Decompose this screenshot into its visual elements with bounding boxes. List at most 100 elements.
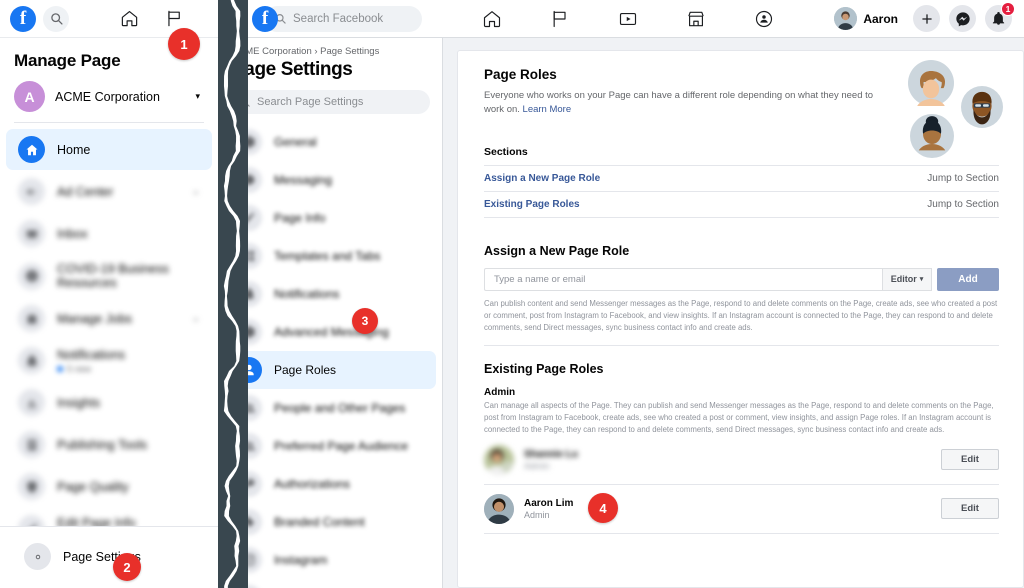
settings-nav-item-label: Authorizations [274,477,350,491]
jump-to-section-link[interactable]: Jump to Section [927,173,999,184]
flag-icon[interactable] [165,9,184,28]
sidebar-item-page-settings[interactable]: Page Settings [12,536,206,577]
search-input[interactable]: Search Facebook [264,6,422,32]
chevron-down-icon[interactable]: ⌄ [192,186,200,197]
assign-role-row: Type a name or email Editor ▾ Add [484,268,999,291]
new-dot-icon [57,366,63,372]
sidebar-item-manage-jobs[interactable]: Manage Jobs ⌄ [6,298,212,339]
section-link[interactable]: Assign a New Page Role [484,173,600,184]
divider [14,122,204,123]
settings-nav-item-branded-content[interactable]: Branded Content [224,503,436,541]
breadcrumb: ACME Corporation › Page Settings [218,38,442,57]
sidebar-item-ad-center[interactable]: Ad Center ⌄ [6,171,212,212]
sidebar-item-label: Notifications [57,348,200,362]
settings-nav-item-notifications[interactable]: Notifications [224,275,436,313]
edit-button[interactable]: Edit [941,449,999,470]
create-button[interactable] [913,5,940,32]
sidebar-item-insights[interactable]: Insights [6,382,212,423]
sidebar-item-list: Home Ad Center ⌄ Inbox COVID-19 Business Res… [0,129,218,526]
sidebar-item-notifications[interactable]: Notifications 5 new [6,340,212,381]
section-link[interactable]: Existing Page Roles [484,199,580,210]
facebook-logo-icon[interactable]: f [252,6,278,32]
settings-nav-item-preferred-page-audience[interactable]: Preferred Page Audience [224,427,436,465]
sidebar-item-page-quality[interactable]: Page Quality [6,466,212,507]
settings-nav-item-templates-and-tabs[interactable]: Templates and Tabs [224,237,436,275]
settings-nav-item-general[interactable]: General [224,123,436,161]
plus-icon [920,12,934,26]
briefcase-icon [18,305,45,332]
profile-chip[interactable]: Aaron [828,4,904,33]
add-button[interactable]: Add [937,268,999,291]
section-row[interactable]: Assign a New Page Role Jump to Section [484,166,999,192]
pencil-icon [18,515,45,526]
settings-nav-item-label: Branded Content [274,515,365,529]
settings-nav-item-whatsapp[interactable]: WhatsApp [224,579,436,588]
page-selector[interactable]: A ACME Corporation ▾ [0,79,218,122]
gear-icon [24,543,51,570]
settings-nav-item-page-roles[interactable]: Page Roles [224,351,436,389]
settings-nav-item-messaging[interactable]: Messaging [224,161,436,199]
chevron-down-icon[interactable]: ▾ [195,91,200,102]
assign-input-placeholder: Type a name or email [494,274,585,285]
role-select[interactable]: Editor ▾ [882,268,932,291]
person-name: Shannie Lu [524,449,578,460]
avatar [484,445,514,475]
settings-nav-item-page-info[interactable]: Page Info [224,199,436,237]
chevron-down-icon: ▾ [920,275,924,283]
learn-more-link[interactable]: Learn More [523,104,572,115]
facebook-logo-icon[interactable]: f [10,6,36,32]
facebook-topbar: f Search Facebook Aaron 1 [218,0,1024,38]
settings-nav-item-label: Page Info [274,211,325,225]
chevron-down-icon[interactable]: ⌄ [192,313,200,324]
topbar-nav [458,0,798,38]
inbox-icon [18,220,45,247]
sidebar-item-inbox[interactable]: Inbox [6,213,212,254]
sidebar-item-text: Insights [57,396,200,410]
notifications-button[interactable]: 1 [985,5,1012,32]
settings-search-placeholder: Search Page Settings [257,96,363,108]
notification-badge: 1 [1001,2,1015,16]
sidebar-item-text: Publishing Tools [57,438,200,452]
home-icon [25,143,39,157]
nav-video-icon[interactable] [594,0,662,38]
page-roles-people-list: Shannie Lu Admin Edit Aaron Lim Admin Edit [484,436,999,534]
nav-flag-icon[interactable] [526,0,594,38]
sidebar-item-text: Page Quality [57,480,200,494]
edit-button[interactable]: Edit [941,498,999,519]
page-name: ACME Corporation [55,90,185,104]
home-icon[interactable] [120,9,139,28]
sidebar-item-publishing-tools[interactable]: Publishing Tools [6,424,212,465]
sidebar-item-home[interactable]: Home [6,129,212,170]
sidebar-item-text: Home [57,143,200,157]
sidebar-item-text: Inbox [57,227,200,241]
jump-to-section-link[interactable]: Jump to Section [927,199,999,210]
settings-nav-item-label: Templates and Tabs [274,249,381,263]
sidebar-item-covid-19-business-resources[interactable]: COVID-19 Business Resources [6,255,212,297]
role-group-note: Can manage all aspects of the Page. They… [484,400,999,436]
person-name: Aaron Lim [524,498,573,509]
search-icon[interactable] [43,6,69,32]
settings-nav-item-label: Messaging [274,173,332,187]
settings-nav-item-advanced-messaging[interactable]: Advanced Messaging [224,313,436,351]
content-area: ACME Corporation › Page Settings Page Se… [218,38,1024,588]
torn-paper-divider [218,0,248,588]
sidebar-nav-icons [120,9,208,28]
section-row[interactable]: Existing Page Roles Jump to Section [484,192,999,218]
sidebar-item-edit-page-info[interactable]: Edit Page Info2 new [6,508,212,526]
nav-groups-icon[interactable] [730,0,798,38]
nav-marketplace-icon[interactable] [662,0,730,38]
assign-name-input[interactable]: Type a name or email [484,268,882,291]
messenger-button[interactable] [949,5,976,32]
tear-rip-shape [218,0,248,588]
settings-nav-item-label: Preferred Page Audience [274,439,408,453]
info-icon [25,269,39,283]
messenger-icon [955,11,971,27]
chart-icon [18,389,45,416]
settings-nav-item-people-and-other-pages[interactable]: People and Other Pages [224,389,436,427]
step-marker-3: 3 [352,308,378,334]
sidebar-item-label: Page Quality [57,480,200,494]
settings-nav-item-instagram[interactable]: Instagram [224,541,436,579]
nav-home-icon[interactable] [458,0,526,38]
settings-nav-item-authorizations[interactable]: Authorizations [224,465,436,503]
settings-search-input[interactable]: Search Page Settings [230,90,430,114]
